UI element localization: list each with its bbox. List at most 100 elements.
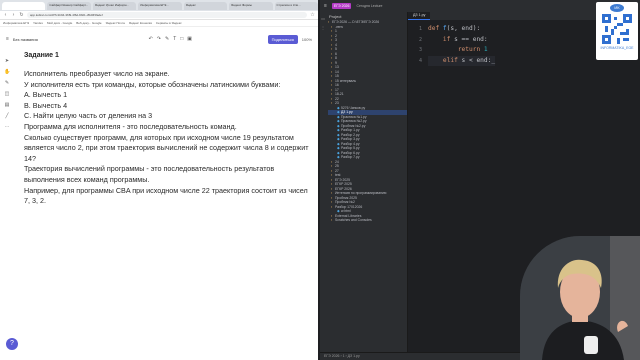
tree-item-label: 25 xyxy=(335,164,339,168)
image-icon[interactable]: ▣ xyxy=(187,36,192,42)
help-icon[interactable]: ? xyxy=(6,338,18,350)
code-token: s == end: xyxy=(454,35,488,43)
tree-item-label: 23 xyxy=(335,101,339,105)
url-field[interactable]: app.koltrel.com/d/f7c1b94-36f9-4f6d-9b01… xyxy=(27,12,307,18)
browser-tab-bar: Сайфарт/Нашир Сайфарт... Яндекс Уроки Ин… xyxy=(0,0,318,11)
cursor-icon[interactable]: ➤ xyxy=(4,58,10,64)
browser-tab[interactable]: Яндекс xyxy=(183,1,228,10)
bookmark-link[interactable]: Информатика ЕГЭ xyxy=(3,21,29,25)
forward-icon[interactable]: › xyxy=(11,12,16,18)
project-tree: ▪ ЕГЭ 2026 — D:\ЕГЭ\ЕГЭ 2026 ▪ .venv ▪ 1 ▪ 2 ▪ 3 ▪… xyxy=(326,20,407,223)
task-line: является число 2, при этом траектория вы… xyxy=(24,143,309,153)
browser-tab[interactable]: Яндекс Формы xyxy=(229,1,273,10)
bookmark-link[interactable]: Мой диск - Google xyxy=(47,21,72,25)
code-area[interactable]: def f(s, end): if s == end: return 1 eli… xyxy=(428,24,496,66)
tree-item-label: 2 xyxy=(335,33,337,38)
share-button[interactable]: Поделиться xyxy=(267,34,298,44)
zoom-level[interactable]: 100% xyxy=(302,37,312,42)
code-token: return xyxy=(457,46,484,53)
tree-item-label: 15 xyxy=(335,74,339,78)
tree-item-label: w.html xyxy=(341,209,351,213)
browser-tab[interactable]: Стрелкин и Кли... xyxy=(274,1,318,10)
redo-icon[interactable]: ↷ xyxy=(157,36,161,42)
task-heading: Задание 1 xyxy=(24,52,59,59)
sticky-icon[interactable]: ▤ xyxy=(4,102,10,108)
bookmark-link[interactable]: Яндекс Кошелёк xyxy=(129,21,152,25)
bookmarks-bar: Информатика ЕГЭ Yandex Мой диск - Google… xyxy=(0,20,318,27)
screen: Сайфарт/Нашир Сайфарт... Яндекс Уроки Ин… xyxy=(0,0,640,360)
code-line[interactable]: if s == end: xyxy=(428,35,495,46)
line-gutter: 1 2 3 4 xyxy=(408,24,422,66)
tree-item-label: Разбор 17012026 xyxy=(335,204,363,209)
address-bar: ‹ › ↻ app.koltrel.com/d/f7c1b94-36f9-4f6… xyxy=(0,11,318,20)
tree-item-label: Практика №2.py xyxy=(341,119,367,123)
code-line[interactable]: elif s < end:_ xyxy=(428,55,496,66)
browser-tab[interactable] xyxy=(2,1,46,10)
project-panel-title[interactable]: Project xyxy=(326,12,407,20)
tree-item-label: Пробник №2.py xyxy=(341,123,366,128)
task-line: B. Вычесть 4 xyxy=(24,100,68,110)
doc-title[interactable]: Без названия xyxy=(13,37,73,42)
browser-tab[interactable]: Информатика ЕГЭ... xyxy=(138,1,182,10)
tree-item-label: ЕГКР 2026 xyxy=(335,186,352,191)
tree-item-label: Разбор 3.py xyxy=(341,137,360,141)
tree-item[interactable]: ▪ Scratches and Consoles xyxy=(328,218,407,223)
channel-logo: ИК xyxy=(610,4,624,12)
menu-icon[interactable]: ≡ xyxy=(6,36,9,42)
side-toolbar: ➤ ✋ ✎ ◫ ▤ ╱ ⋯ xyxy=(4,58,10,130)
tree-item-label: 5 xyxy=(335,47,337,51)
tree-item-label: 1 xyxy=(335,29,337,33)
tree-item-label: Разбор 4.py xyxy=(341,141,360,146)
qr-code xyxy=(602,14,632,44)
reload-icon[interactable]: ↻ xyxy=(19,12,24,18)
bookmark-link[interactable]: Yandex xyxy=(33,21,43,25)
tree-item-label: Интенсив по программированию xyxy=(335,191,387,195)
tree-item-label: ЕГКР 2025 xyxy=(335,182,352,186)
tree-item-label: 6 xyxy=(335,51,337,56)
tree-item-label: Разбор 6.py xyxy=(341,150,360,155)
hamburger-icon[interactable]: ≡ xyxy=(324,3,327,9)
tree-item-label: 4 xyxy=(335,42,337,47)
bookmark-link[interactable]: Сервисы в Яндекс xyxy=(156,21,182,25)
task-line: выполнения всех команд программы. xyxy=(24,174,150,184)
code-line[interactable]: def f(s, end): xyxy=(428,24,495,35)
eraser-icon[interactable]: ◫ xyxy=(4,91,10,97)
tree-item-label: 17 xyxy=(335,87,339,92)
browser-tab[interactable]: Яндекс Уроки Информ... xyxy=(92,1,137,10)
bookmark-link[interactable]: Веб-доку... Google xyxy=(76,21,101,25)
more-icon[interactable]: ⋯ xyxy=(4,124,10,130)
text-icon[interactable]: T xyxy=(173,36,176,42)
tree-item-label: 16 xyxy=(335,83,339,87)
pencil-icon[interactable]: ✎ xyxy=(4,80,10,86)
tree-item-label: Scratches and Consoles xyxy=(335,218,372,222)
pen-icon[interactable]: ✎ xyxy=(165,36,169,42)
app-toolbar: ≡ Без названия ↶ ↷ ✎ T □ ▣ Поделиться 10… xyxy=(0,31,318,47)
editor-tab[interactable]: ДЗ 1.py xyxy=(408,12,431,20)
project-panel: Project ▪ ЕГЭ 2026 — D:\ЕГЭ\ЕГЭ 2026 ▪ .ven… xyxy=(326,12,408,360)
code-token: s < end:_ xyxy=(461,56,496,64)
tree-item-label: 13 xyxy=(335,65,339,69)
hand-icon[interactable]: ✋ xyxy=(4,69,10,75)
vcs-widget[interactable]: Сегодня Lecture xyxy=(356,4,382,8)
task-line: Например, для программы CBA при исходном… xyxy=(24,185,308,195)
back-icon[interactable]: ‹ xyxy=(3,12,8,18)
tree-item-label: 22 xyxy=(335,96,339,101)
star-icon[interactable]: ☆ xyxy=(310,12,315,18)
tree-item-label: Разбор 1.py xyxy=(341,128,360,132)
tree-item-label: Разбор 7.py xyxy=(341,155,360,159)
task-line: Программа для исполнителя - это последов… xyxy=(24,121,237,131)
shape-icon[interactable]: □ xyxy=(180,36,183,42)
browser-tab[interactable]: Сайфарт/Нашир Сайфарт... xyxy=(47,1,91,10)
tool-icons: ↶ ↷ ✎ T □ ▣ xyxy=(77,36,264,42)
tree-item-label: 8 xyxy=(335,56,337,60)
channel-caption: INFORMATIKA_EGE xyxy=(600,46,634,50)
code-line[interactable]: return 1 xyxy=(428,45,495,56)
project-switcher[interactable]: ЕГЭ 2026 xyxy=(331,3,352,9)
undo-icon[interactable]: ↶ xyxy=(149,36,153,42)
task-line: A. Вычесть 1 xyxy=(24,90,68,100)
tree-item-label: test xyxy=(335,173,341,177)
tree-item-label: Пробник 2025 xyxy=(335,195,357,200)
line-icon[interactable]: ╱ xyxy=(4,113,10,119)
line-number: 3 xyxy=(418,47,422,53)
bookmark-link[interactable]: Яндекс Почта xyxy=(106,21,125,25)
